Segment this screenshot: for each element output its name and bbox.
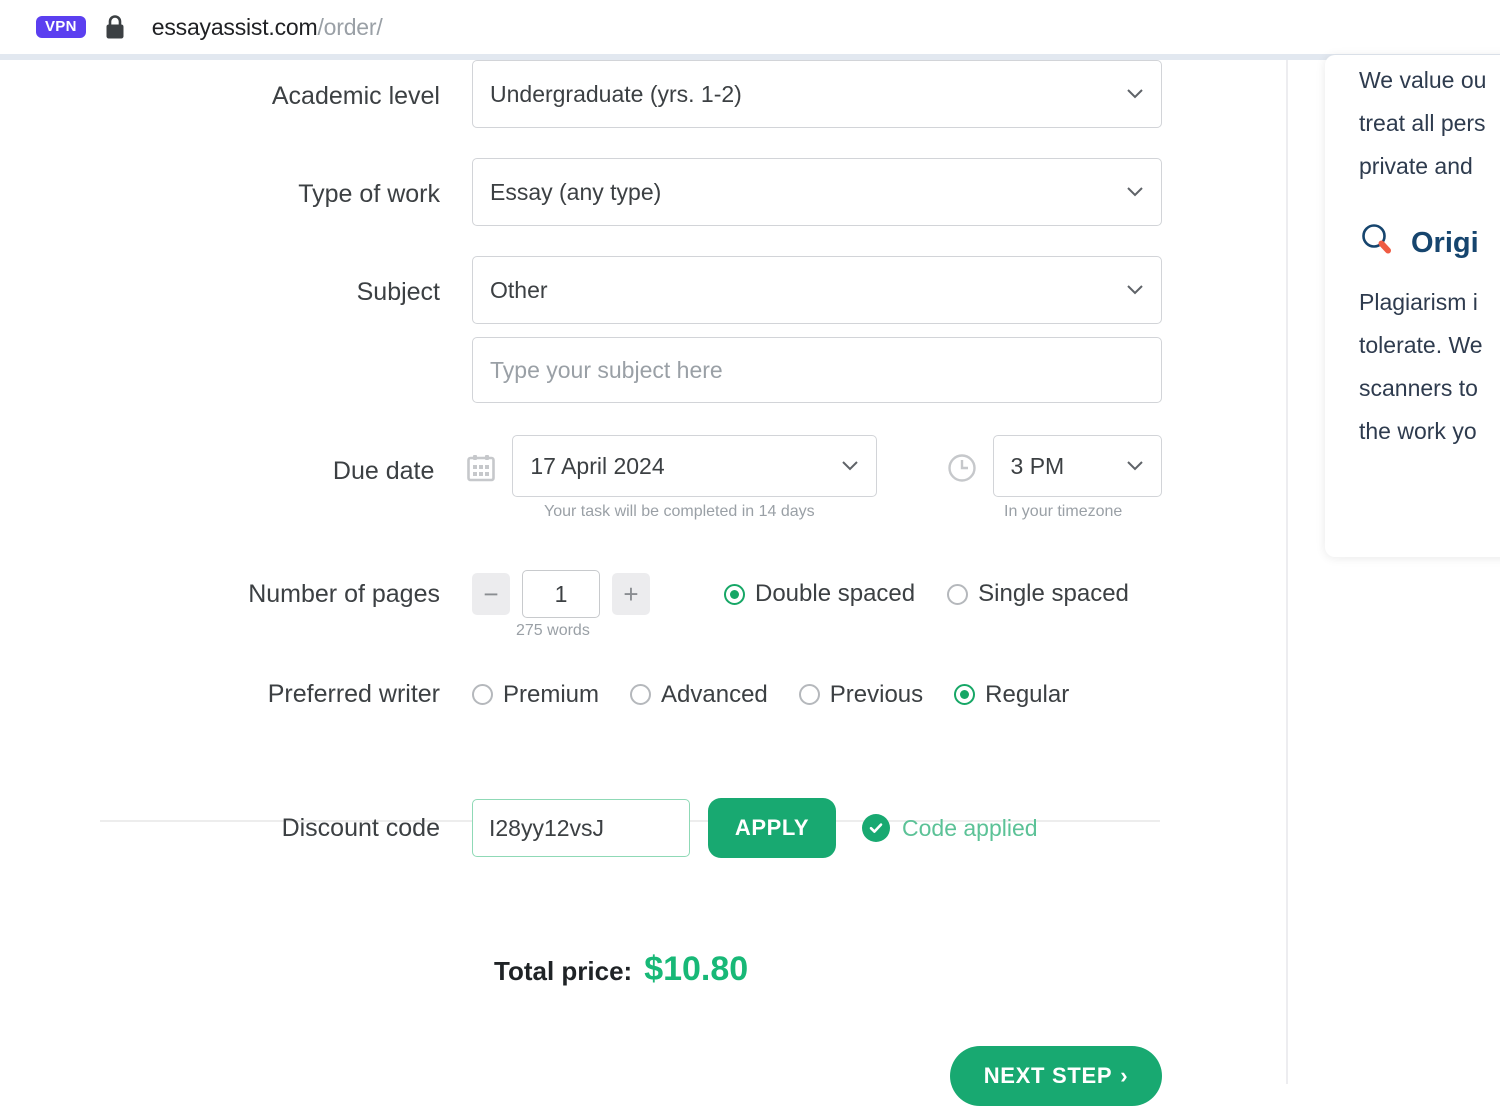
due-date-value: 17 April 2024 [530,452,665,479]
guarantees-card: We value ou treat all pers private and O… [1325,55,1500,557]
writer-option-previous[interactable]: Previous [798,680,924,709]
subject-select[interactable]: Other [472,256,1162,324]
type-of-work-value: Essay (any type) [490,178,662,205]
writer-option-premium[interactable]: Premium [472,681,599,709]
discount-status: Code applied [862,814,1038,842]
chevron-down-icon [1126,183,1144,201]
pages-increment-button[interactable]: + [612,573,650,615]
type-of-work-label: Type of work [298,180,440,208]
radio-advanced[interactable] [630,684,652,705]
field-academic-level: Academic level Undergraduate (yrs. 1-2) [100,60,1162,128]
radio-previous[interactable] [798,684,820,705]
url-domain: essayassist.com [151,13,318,40]
total-price-value: $10.80 [644,950,749,988]
discount-status-text: Code applied [902,814,1038,841]
clock-icon[interactable] [947,453,977,483]
originality-line: Plagiarism i [1359,289,1478,315]
type-of-work-select[interactable]: Essay (any type) [472,158,1162,226]
url-path: /order/ [317,13,383,40]
radio-single-spaced[interactable] [947,583,969,605]
field-subject-custom: Type your subject here [472,337,1162,403]
field-discount-code: Discount code I28yy12vsJ APPLY Code appl… [100,798,1162,858]
writer-option-regular[interactable]: Regular [954,681,1069,709]
field-subject: Subject Other [100,256,1162,324]
due-date-hint: Your task will be completed in 14 days [544,503,815,520]
subject-custom-placeholder: Type your subject here [490,356,723,383]
words-hint: 275 words [516,622,590,639]
privacy-line: treat all pers [1359,110,1486,136]
privacy-line: We value ou [1359,67,1487,93]
originality-paragraph: Plagiarism i tolerate. We scanners to th… [1359,281,1500,453]
writer-previous-label: Previous [829,680,924,708]
chevron-down-icon [1126,85,1144,103]
due-date-label: Due date [332,457,435,485]
due-time-hint: In your timezone [1004,503,1123,520]
spacing-single-label: Single spaced [978,580,1129,607]
originality-title: Origi [1411,227,1479,259]
writer-option-advanced[interactable]: Advanced [630,681,768,709]
discount-code-input[interactable]: I28yy12vsJ [472,799,690,857]
page-body: Academic level Undergraduate (yrs. 1-2) … [0,55,1500,1106]
field-type-of-work: Type of work Essay (any type) [100,158,1162,226]
spacing-option-double[interactable]: Double spaced [724,580,915,608]
total-price-label: Total price: [494,956,633,986]
magnifier-pencil-icon [1359,222,1397,265]
check-circle-icon [862,814,890,842]
due-time-select[interactable]: 3 PM [992,435,1162,497]
subject-value: Other [490,276,548,303]
writer-advanced-label: Advanced [661,680,768,708]
radio-double-spaced[interactable] [724,583,745,605]
academic-level-label: Academic level [271,82,440,110]
calendar-icon[interactable] [466,453,496,483]
discount-code-value: I28yy12vsJ [489,814,605,841]
spacing-double-label: Double spaced [755,580,916,607]
privacy-line: private and [1359,153,1473,179]
chevron-down-icon [1126,281,1144,299]
originality-heading: Origi [1359,222,1500,265]
originality-line: tolerate. We [1359,332,1483,358]
url-text[interactable]: essayassist.com/order/ [152,14,383,41]
browser-url-bar[interactable]: VPN essayassist.com/order/ [0,0,1500,54]
originality-line: scanners to [1359,375,1478,401]
apply-discount-button[interactable]: APPLY [708,798,836,858]
field-due-date: Due date 17 April 2024 3 PM [100,435,1162,497]
radio-regular[interactable] [954,684,976,705]
total-price: Total price: $10.80 [494,950,748,989]
writer-regular-label: Regular [985,680,1070,708]
academic-level-value: Undergraduate (yrs. 1-2) [490,80,742,107]
next-step-button[interactable]: NEXT STEP › [950,1046,1162,1106]
due-time-value: 3 PM [1010,452,1065,479]
radio-premium[interactable] [472,684,493,705]
chevron-down-icon [841,457,859,475]
originality-line: the work yo [1359,418,1477,444]
academic-level-select[interactable]: Undergraduate (yrs. 1-2) [472,60,1162,128]
spacing-option-single[interactable]: Single spaced [947,580,1129,608]
next-step-label: NEXT STEP [983,1063,1113,1088]
due-date-select[interactable]: 17 April 2024 [512,435,877,497]
number-of-pages-label: Number of pages [248,579,440,608]
discount-code-label: Discount code [281,813,440,842]
field-number-of-pages: Number of pages − 1 + Double spaced Sing… [100,570,1162,618]
lock-icon [104,14,126,40]
chevron-right-icon: › [1120,1063,1129,1088]
field-preferred-writer: Preferred writer Premium Advanced Previo… [100,680,1162,709]
pages-decrement-button[interactable]: − [472,573,510,615]
pages-value[interactable]: 1 [522,570,600,618]
chevron-down-icon [1126,457,1144,475]
order-form-column: Academic level Undergraduate (yrs. 1-2) … [0,60,1288,1106]
subject-label: Subject [356,278,440,306]
vpn-badge[interactable]: VPN [36,16,86,38]
subject-custom-input[interactable]: Type your subject here [472,337,1162,403]
preferred-writer-label: Preferred writer [267,680,440,708]
writer-premium-label: Premium [503,680,600,708]
privacy-paragraph: We value ou treat all pers private and [1359,55,1500,188]
